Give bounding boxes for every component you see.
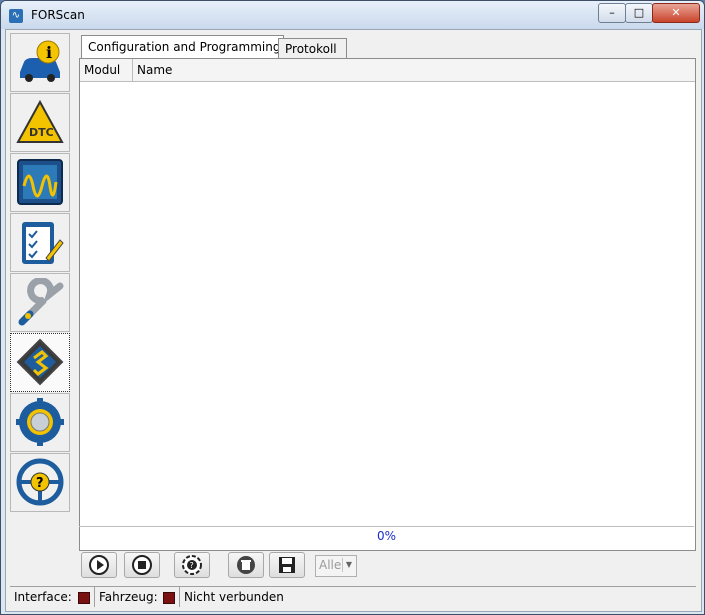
- progress-indicator: 0%: [79, 526, 694, 545]
- sidebar-item-help[interactable]: ?: [10, 453, 70, 512]
- delete-button[interactable]: [228, 552, 264, 578]
- stop-icon: [132, 555, 152, 575]
- filter-select[interactable]: Alle ▼: [315, 555, 357, 577]
- help-circle-icon: ?: [182, 555, 202, 575]
- run-button[interactable]: [81, 552, 117, 578]
- help-button[interactable]: ?: [174, 552, 210, 578]
- status-bar: Interface: Fahrzeug: Nicht verbunden: [10, 586, 696, 607]
- wrench-icon: [18, 278, 64, 326]
- window-title: FORScan: [31, 8, 85, 22]
- dtc-warning-icon: DTC: [16, 99, 64, 143]
- table-header: Modul Name: [80, 59, 695, 82]
- module-list: Modul Name: [79, 58, 696, 551]
- app-window: ∿ FORScan – □ ✕ i DTC ? Configuration an…: [0, 0, 705, 615]
- status-interface: Interface:: [10, 587, 95, 607]
- sidebar-item-vehicle-info[interactable]: i: [10, 33, 70, 92]
- title-bar: ∿ FORScan – □ ✕: [1, 1, 704, 29]
- play-icon: [89, 555, 109, 575]
- sidebar-item-settings[interactable]: [10, 393, 70, 452]
- sidebar-item-dtc[interactable]: DTC: [10, 93, 70, 152]
- tab-protokoll[interactable]: Protokoll: [278, 38, 347, 59]
- column-modul[interactable]: Modul: [80, 59, 133, 81]
- sidebar-item-configuration[interactable]: [10, 333, 70, 392]
- svg-text:?: ?: [36, 476, 44, 491]
- steering-help-icon: ?: [16, 458, 64, 506]
- car-info-icon: i: [20, 40, 60, 82]
- chevron-down-icon: ▼: [342, 558, 355, 572]
- tab-configuration[interactable]: Configuration and Programming: [81, 35, 284, 60]
- sidebar-item-service[interactable]: [10, 273, 70, 332]
- connection-state: Nicht verbunden: [184, 590, 284, 604]
- status-vehicle: Fahrzeug:: [95, 587, 180, 607]
- svg-text:i: i: [46, 43, 52, 62]
- save-button[interactable]: [269, 552, 305, 578]
- oscilloscope-icon: [17, 159, 63, 205]
- stop-button[interactable]: [124, 552, 160, 578]
- app-logo-icon: ∿: [9, 9, 23, 23]
- minimize-button[interactable]: –: [598, 3, 626, 23]
- interface-label: Interface:: [14, 590, 72, 604]
- column-name[interactable]: Name: [133, 59, 537, 81]
- svg-text:?: ?: [190, 561, 194, 570]
- delete-icon: [237, 556, 255, 574]
- vehicle-label: Fahrzeug:: [99, 590, 158, 604]
- close-button[interactable]: ✕: [652, 3, 700, 23]
- checklist-icon: [22, 222, 64, 264]
- chip-icon: [16, 338, 64, 386]
- save-icon: [279, 557, 295, 573]
- client-area: i DTC ? Configuration and Programming Pr…: [5, 29, 702, 612]
- sidebar-item-oscilloscope[interactable]: [10, 153, 70, 212]
- maximize-button[interactable]: □: [625, 3, 653, 23]
- sidebar-item-tests[interactable]: [10, 213, 70, 272]
- interface-led: [78, 592, 90, 604]
- vehicle-led: [163, 592, 175, 604]
- gear-icon: [16, 398, 64, 446]
- dtc-label: DTC: [29, 126, 54, 139]
- filter-value: Alle: [319, 558, 342, 572]
